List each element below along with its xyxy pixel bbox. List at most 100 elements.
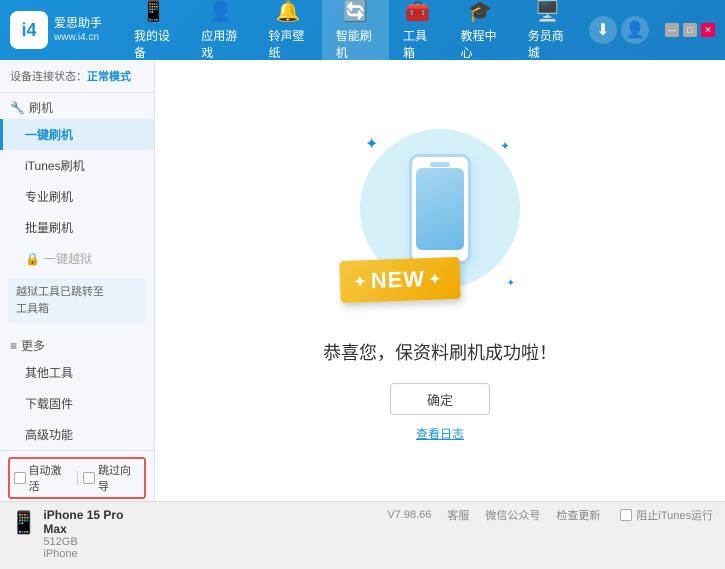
header: i4 爱思助手 www.i4.cn 📱 我的设备 👤 应用游戏 🔔 铃声壁纸 🔄… <box>0 0 725 60</box>
nav-service-icon: 🖥️ <box>535 0 560 24</box>
nav-smart-flash[interactable]: 🔄 智能刷机 <box>322 0 389 67</box>
confirm-button[interactable]: 确定 <box>390 383 490 415</box>
nav-toolbox-icon: 🧰 <box>405 0 430 24</box>
sidebar-item-download-firmware[interactable]: 下载固件 <box>0 388 154 419</box>
nav-smart-flash-label: 智能刷机 <box>336 27 375 61</box>
nav-apps-games[interactable]: 👤 应用游戏 <box>187 0 254 67</box>
sparkle-icon-1: ✦ <box>365 134 378 154</box>
flash-label-text: 刷机 <box>29 99 53 116</box>
logo-text: 爱思助手 www.i4.cn <box>54 16 102 45</box>
confirm-button-label: 确定 <box>427 390 453 409</box>
itunes-flash-label: iTunes刷机 <box>25 159 85 173</box>
more-section-label: ≡ 更多 <box>0 331 154 357</box>
nav-my-device-icon: 📱 <box>141 0 166 24</box>
device-text: iPhone 15 Pro Max 512GB iPhone <box>43 508 144 560</box>
auto-activate-check[interactable] <box>14 472 26 484</box>
checkbox-divider <box>77 471 78 485</box>
skip-guide-check[interactable] <box>83 472 95 484</box>
device-type: iPhone <box>43 548 144 560</box>
download-firmware-label: 下载固件 <box>25 397 73 411</box>
nav-ringtones[interactable]: 🔔 铃声壁纸 <box>255 0 322 67</box>
status-value: 正常模式 <box>87 71 131 83</box>
batch-flash-label: 批量刷机 <box>25 221 73 235</box>
new-star-icon-2: ✦ <box>429 270 442 287</box>
new-star-icon: ✦ <box>354 273 367 290</box>
success-message: 恭喜您，保资料刷机成功啦！ <box>323 339 557 365</box>
logo-icon: i4 <box>10 11 48 49</box>
advanced-label: 高级功能 <box>25 428 73 442</box>
sidebar-status: 设备连接状态：正常模式 <box>0 60 154 93</box>
sidebar-item-batch-flash[interactable]: 批量刷机 <box>0 212 154 243</box>
wechat-link[interactable]: 微信公众号 <box>485 507 540 523</box>
more-icon: ≡ <box>10 339 17 353</box>
main-layout: 设备连接状态：正常模式 🔧 刷机 一键刷机 iTunes刷机 专业刷机 批量刷机… <box>0 60 725 501</box>
download-button[interactable]: ⬇ <box>589 16 617 44</box>
window-close-button[interactable]: ✕ <box>701 23 715 37</box>
content-area: ✦ ✦ ✦ ✦ NEW ✦ 恭喜您，保资料刷机成功啦！ 确定 查看日志 <box>155 60 725 501</box>
nav-smart-flash-icon: 🔄 <box>343 0 368 24</box>
skip-guide-label: 跳过向导 <box>98 462 140 494</box>
nav-tutorial-icon: 🎓 <box>468 0 493 24</box>
sidebar-item-one-key-flash[interactable]: 一键刷机 <box>0 119 154 150</box>
nav-ringtones-icon: 🔔 <box>276 0 301 24</box>
auto-activate-label: 自动激活 <box>29 462 71 494</box>
nav-my-device[interactable]: 📱 我的设备 <box>120 0 187 67</box>
skip-guide-checkbox[interactable]: 跳过向导 <box>83 462 140 494</box>
one-key-flash-label: 一键刷机 <box>25 128 73 142</box>
nav-tutorial-label: 教程中心 <box>461 27 500 61</box>
other-tools-label: 其他工具 <box>25 366 73 380</box>
logo-sub: www.i4.cn <box>54 31 102 44</box>
one-key-jailbreak-label: 一键越狱 <box>44 250 92 267</box>
sidebar-item-other-tools[interactable]: 其他工具 <box>0 357 154 388</box>
nav-toolbox-label: 工具箱 <box>403 27 432 61</box>
user-button[interactable]: 👤 <box>621 16 649 44</box>
device-phone-icon: 📱 <box>10 510 37 536</box>
nav-items: 📱 我的设备 👤 应用游戏 🔔 铃声壁纸 🔄 智能刷机 🧰 工具箱 🎓 教程中心… <box>120 0 581 67</box>
new-label: NEW <box>370 266 425 294</box>
version-text: V7.98.66 <box>387 509 431 521</box>
window-minimize-button[interactable]: — <box>665 23 679 37</box>
disabled-notice-box: 越狱工具已跳转至 工具箱 <box>8 278 146 323</box>
header-right: ⬇ 👤 — □ ✕ <box>581 16 715 44</box>
stop-itunes-row: 阻止iTunes运行 <box>620 507 713 523</box>
disabled-notice-text: 越狱工具已跳转至 工具箱 <box>16 286 104 315</box>
window-controls: — □ ✕ <box>665 23 715 37</box>
lock-icon: 🔒 <box>25 252 40 266</box>
sparkle-icon-3: ✦ <box>507 278 515 289</box>
window-maximize-button[interactable]: □ <box>683 23 697 37</box>
nav-tutorial[interactable]: 🎓 教程中心 <box>447 0 514 67</box>
phone-illustration: ✦ ✦ ✦ ✦ NEW ✦ <box>350 119 530 319</box>
sidebar: 设备连接状态：正常模式 🔧 刷机 一键刷机 iTunes刷机 专业刷机 批量刷机… <box>0 60 155 501</box>
nav-ringtones-label: 铃声壁纸 <box>269 27 308 61</box>
device-info: 📱 iPhone 15 Pro Max 512GB iPhone <box>8 505 146 563</box>
sidebar-item-advanced[interactable]: 高级功能 <box>0 419 154 450</box>
nav-apps-games-icon: 👤 <box>208 0 233 24</box>
sidebar-bottom: 自动激活 跳过向导 📱 iPhone 15 Pro Max 512GB iPho… <box>0 450 154 569</box>
nav-service-label: 务员商城 <box>528 27 567 61</box>
footer-right: V7.98.66 客服 微信公众号 检查更新 <box>387 507 600 523</box>
device-storage: 512GB <box>43 536 144 548</box>
auto-activate-checkbox[interactable]: 自动激活 <box>14 462 71 494</box>
sidebar-item-pro-flash[interactable]: 专业刷机 <box>0 181 154 212</box>
more-label-text: 更多 <box>21 337 45 354</box>
view-log-link[interactable]: 查看日志 <box>416 425 464 442</box>
status-prefix: 设备连接状态： <box>10 71 87 83</box>
sidebar-item-itunes-flash[interactable]: iTunes刷机 <box>0 150 154 181</box>
logo-name: 爱思助手 <box>54 16 102 32</box>
check-update-link[interactable]: 检查更新 <box>556 507 600 523</box>
customer-service-link[interactable]: 客服 <box>447 507 469 523</box>
nav-apps-games-label: 应用游戏 <box>201 27 240 61</box>
device-name: iPhone 15 Pro Max <box>43 508 144 536</box>
new-banner: ✦ NEW ✦ <box>339 257 460 303</box>
nav-service[interactable]: 🖥️ 务员商城 <box>514 0 581 67</box>
auto-check-row: 自动激活 跳过向导 <box>8 457 146 499</box>
win-controls: ⬇ 👤 <box>589 16 649 44</box>
sparkle-icon-2: ✦ <box>500 139 510 153</box>
pro-flash-label: 专业刷机 <box>25 190 73 204</box>
logo-area: i4 爱思助手 www.i4.cn <box>10 11 120 49</box>
nav-toolbox[interactable]: 🧰 工具箱 <box>389 0 446 67</box>
phone-body <box>409 154 471 264</box>
nav-my-device-label: 我的设备 <box>134 27 173 61</box>
flash-section-label: 🔧 刷机 <box>0 93 154 119</box>
stop-itunes-checkbox[interactable] <box>620 509 632 521</box>
